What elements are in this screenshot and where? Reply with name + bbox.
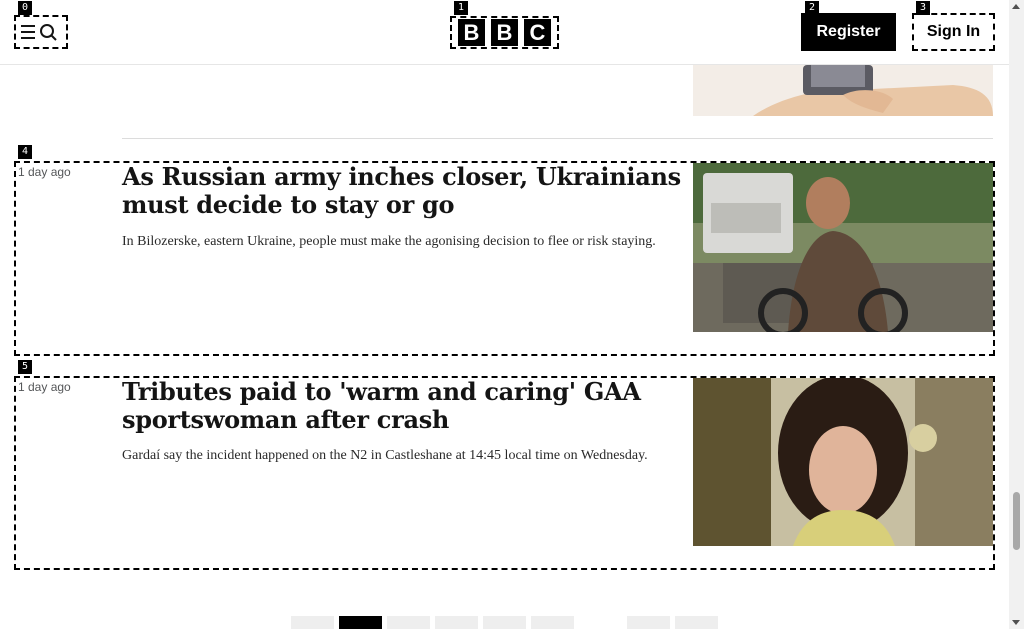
sign-in-button[interactable]: Sign In [912, 13, 995, 51]
element-tag: 5 [18, 360, 33, 374]
logo-letter: B [458, 19, 485, 46]
man-on-bike-image [693, 163, 993, 332]
site-header: B B C Register Sign In [0, 0, 1009, 65]
article-headline[interactable]: As Russian army inches closer, Ukrainian… [122, 163, 682, 219]
page-button[interactable] [675, 616, 718, 629]
element-tag: 3 [916, 1, 931, 15]
element-tag: 0 [18, 1, 33, 15]
page-ellipsis [579, 616, 622, 629]
page-scrollbar[interactable] [1009, 0, 1024, 629]
menu-icon [21, 24, 57, 41]
page-button[interactable] [291, 616, 334, 629]
bbc-logo[interactable]: B B C [450, 16, 559, 49]
article-timestamp: 1 day ago [18, 380, 71, 394]
article-timestamp: 1 day ago [18, 165, 71, 179]
scroll-down-icon[interactable] [1012, 620, 1020, 625]
logo-letter: B [491, 19, 518, 46]
page-button[interactable] [387, 616, 430, 629]
menu-search-button[interactable] [14, 15, 68, 49]
scroll-thumb[interactable] [1013, 492, 1020, 550]
article-card[interactable]: 1 day ago As Russian army inches closer,… [14, 161, 995, 356]
pagination [291, 616, 718, 629]
article-divider [122, 138, 993, 139]
article-image[interactable] [693, 378, 993, 546]
article-summary: Gardaí say the incident happened on the … [122, 448, 648, 463]
article-image[interactable] [693, 163, 993, 332]
previous-article-image[interactable] [693, 65, 993, 116]
scroll-up-icon[interactable] [1012, 4, 1020, 9]
article-card[interactable]: 1 day ago Tributes paid to 'warm and car… [14, 376, 995, 570]
page-button[interactable] [627, 616, 670, 629]
article-headline[interactable]: Tributes paid to 'warm and caring' GAA s… [122, 378, 682, 434]
woman-portrait-image [693, 378, 993, 546]
logo-letter: C [524, 19, 551, 46]
element-tag: 4 [18, 145, 33, 159]
page-button[interactable] [531, 616, 574, 629]
element-tag: 1 [454, 1, 469, 15]
page-button[interactable] [435, 616, 478, 629]
article-summary: In Bilozerske, eastern Ukraine, people m… [122, 234, 656, 249]
page-button[interactable] [483, 616, 526, 629]
register-button[interactable]: Register [801, 13, 896, 51]
element-tag: 2 [805, 1, 820, 15]
phone-hand-image [693, 65, 993, 116]
page-button-current[interactable] [339, 616, 382, 629]
